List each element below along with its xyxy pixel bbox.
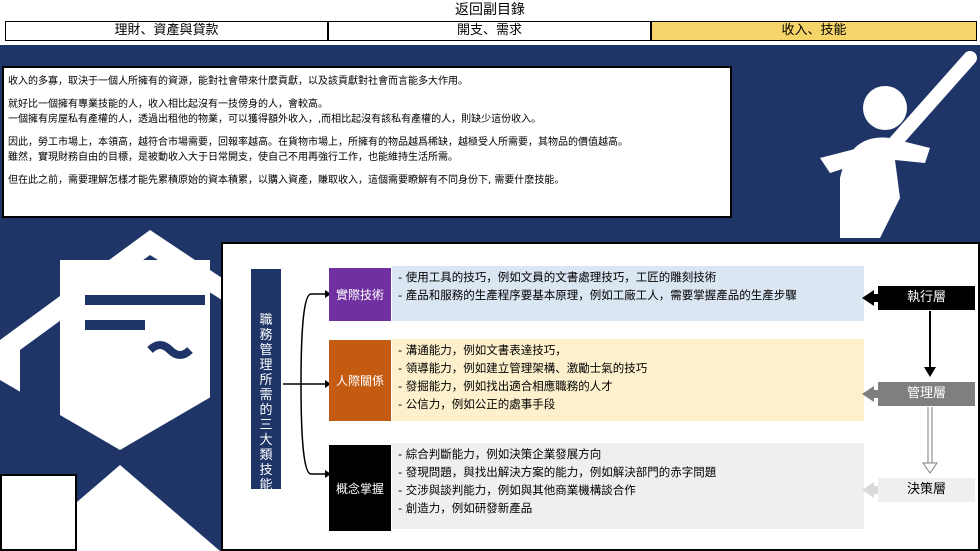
- baseball-batter-icon: [820, 51, 977, 238]
- intro-line: 就好比一個擁有專業技能的人，收入相比起沒有一技傍身的人，會較高。: [8, 99, 328, 110]
- intro-line: 收入的多寡，取決于一個人所擁有的資源，能對社會帶來什麼貢獻，以及該貢獻對社會而言…: [8, 76, 468, 87]
- intro-text-box: 收入的多寡，取決于一個人所擁有的資源，能對社會帶來什麼貢獻，以及該貢獻對社會而言…: [2, 66, 732, 218]
- tab-expenses-needs[interactable]: 開支、需求: [328, 21, 651, 41]
- tab-finance-assets-loans[interactable]: 理財、資產與貸款: [5, 21, 328, 41]
- category-interpersonal-skills: 人際關係: [329, 340, 391, 421]
- three-skills-vertical-title: 職 務 管 理 所 需 的 三 大 類 技 能: [251, 269, 281, 493]
- arrow-down-icon: [922, 407, 938, 474]
- back-to-submenu-link[interactable]: 返回副目錄: [0, 0, 980, 20]
- level-execution: 執行層: [878, 286, 975, 310]
- category-conceptual-skills: 概念掌握: [329, 445, 391, 531]
- bracket-connector: [283, 290, 331, 478]
- intro-line: 因此，勞工市場上，本領高，越符合市場需要，回報率越高。在貨物市場上，所擁有的物品…: [8, 137, 628, 148]
- level-decision: 決策層: [878, 478, 975, 502]
- intro-line: 但在此之前，需要理解怎樣才能先累積原始的資本積累，以購入資產，賺取收入，這個需要…: [8, 175, 565, 186]
- conceptual-skills-details: - 綜合判斷能力，例如決策企業發展方向 - 發現問題，與找出解決方案的能力，例如…: [392, 443, 864, 529]
- intro-line: 一個擁有房屋私有產權的人，透過出租他的物業，可以獲得額外收入，,而相比起沒有該私…: [8, 114, 542, 125]
- level-management: 管理層: [878, 382, 975, 406]
- intro-line: 雖然，實現財務自由的目標，是被動收入大于日常開支，使自己不用再強行工作，也能維持…: [8, 152, 458, 163]
- practical-skills-details: - 使用工具的技巧，例如文員的文書處理技巧，工匠的雕刻技術 - 產品和服務的生產…: [392, 266, 864, 321]
- category-practical-skills: 實際技術: [329, 268, 391, 321]
- arrow-down-icon: [924, 311, 936, 377]
- corner-box: [0, 474, 77, 551]
- interpersonal-skills-details: - 溝通能力，例如文書表達技巧， - 領導能力，例如建立管理架構、激勵士氣的技巧…: [392, 339, 864, 421]
